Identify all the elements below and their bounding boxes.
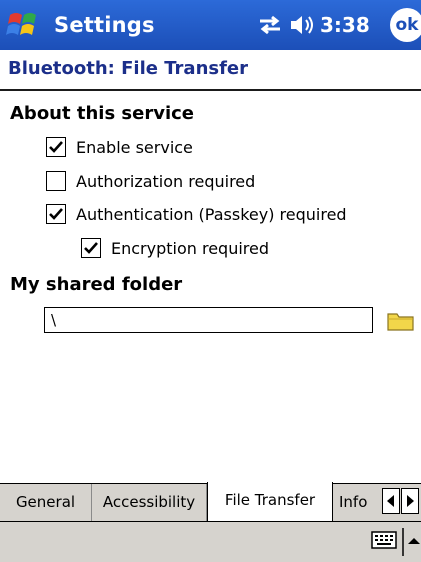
authentication-option[interactable]: Authentication (Passkey) required [46,201,347,227]
arrow-left-icon [387,495,394,507]
arrow-right-icon [407,495,414,507]
authentication-label: Authentication (Passkey) required [76,204,347,224]
folder-icon[interactable] [386,309,416,333]
authentication-checkbox[interactable] [46,204,66,224]
keyboard-icon[interactable] [371,530,397,550]
encryption-checkbox[interactable] [81,238,101,258]
page-title: Bluetooth: File Transfer [8,58,249,79]
checkmark-icon [84,242,98,254]
enable-service-option[interactable]: Enable service [46,134,193,160]
authorization-checkbox[interactable] [46,171,66,191]
title-bar: Settings 3:38 ok [0,0,421,50]
arrow-up-icon[interactable] [402,526,420,558]
tab-bar: General Accessibility File Transfer Info [0,482,421,522]
checkmark-icon [49,141,63,153]
clock[interactable]: 3:38 [320,13,370,37]
ok-button[interactable]: ok [390,8,421,42]
encryption-label: Encryption required [111,238,270,258]
tab-scroll-left-button[interactable] [382,488,400,514]
menu-bar [0,521,421,562]
enable-service-checkbox[interactable] [46,137,66,157]
tab-scroll-right-button[interactable] [401,488,419,514]
authorization-option[interactable]: Authorization required [46,168,255,194]
windows-flag-icon[interactable] [6,7,42,43]
shared-folder-title: My shared folder [10,274,183,295]
tab-general[interactable]: General [0,484,92,521]
tab-info[interactable]: Info [333,484,385,521]
tab-accessibility[interactable]: Accessibility [92,484,207,521]
checkmark-icon [49,208,63,220]
connectivity-icon[interactable] [257,14,283,36]
tab-file-transfer[interactable]: File Transfer [207,482,333,522]
speaker-icon[interactable] [289,13,315,37]
about-section-title: About this service [10,103,195,124]
heading-divider [0,89,421,91]
authorization-label: Authorization required [76,171,256,191]
app-title: Settings [54,13,155,37]
encryption-option[interactable]: Encryption required [81,235,269,261]
shared-folder-input[interactable]: \ [44,307,373,333]
enable-service-label: Enable service [76,137,193,157]
